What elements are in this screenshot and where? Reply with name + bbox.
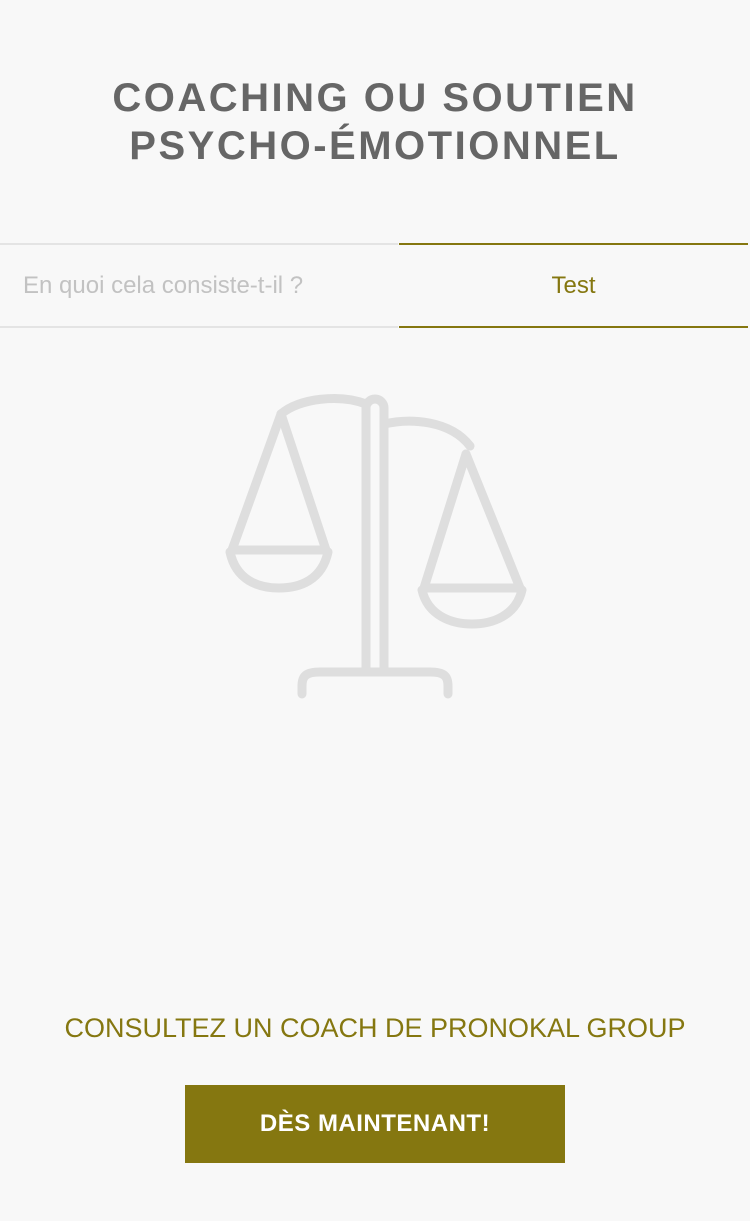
tab-test-label: Test xyxy=(551,271,596,299)
tab-what-is-it[interactable]: En quoi cela consiste-t-il ? xyxy=(0,243,398,328)
tab-bar: En quoi cela consiste-t-il ? Test xyxy=(0,243,750,328)
tab-test[interactable]: Test xyxy=(399,243,748,328)
page-title-line-2: PSYCHO-ÉMOTIONNEL xyxy=(129,124,621,168)
tab-what-is-it-label: En quoi cela consiste-t-il ? xyxy=(23,271,304,299)
scale-of-justice-icon xyxy=(225,394,527,699)
start-now-button[interactable]: DÈS MAINTENANT! xyxy=(185,1085,565,1163)
consult-coach-text: CONSULTEZ UN COACH DE PRONOKAL GROUP xyxy=(64,1013,686,1043)
page-title: COACHING OU SOUTIEN PSYCHO-ÉMOTIONNEL xyxy=(0,74,750,170)
page-title-line-1: COACHING OU SOUTIEN xyxy=(112,76,638,120)
